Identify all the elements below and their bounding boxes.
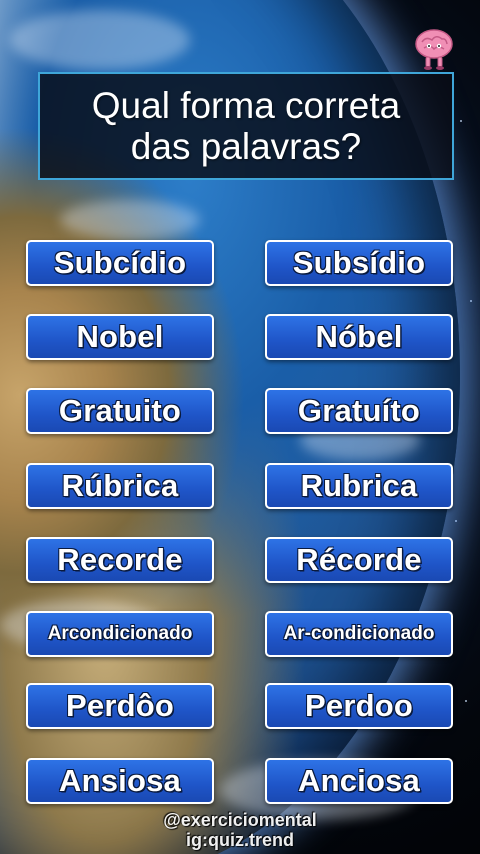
star [465, 700, 467, 702]
option-left-2[interactable]: Nobel [26, 314, 214, 360]
option-left-4[interactable]: Rúbrica [26, 463, 214, 509]
option-left-8[interactable]: Ansiosa [26, 758, 214, 804]
star [455, 520, 457, 522]
watermark-instagram: ig:quiz.trend [186, 830, 294, 850]
cloud [60, 200, 200, 240]
option-left-5[interactable]: Recorde [26, 537, 214, 583]
question-line-1: Qual forma correta [91, 85, 401, 126]
option-right-7[interactable]: Perdoo [265, 683, 453, 729]
brain-icon [415, 29, 453, 70]
option-right-4[interactable]: Rubrica [265, 463, 453, 509]
star [470, 300, 472, 302]
option-right-2[interactable]: Nóbel [265, 314, 453, 360]
question-box: Qual forma correta das palavras? [38, 72, 454, 180]
option-right-5[interactable]: Récorde [265, 537, 453, 583]
star [460, 120, 462, 122]
watermark-handle: @exerciciomental [163, 810, 317, 830]
question-line-2: das palavras? [130, 126, 362, 167]
option-right-3[interactable]: Gratuíto [265, 388, 453, 434]
option-right-6[interactable]: Ar-condicionado [265, 611, 453, 657]
option-right-1[interactable]: Subsídio [265, 240, 453, 286]
option-right-8[interactable]: Anciosa [265, 758, 453, 804]
question-title: Qual forma correta das palavras? [86, 85, 406, 167]
option-left-7[interactable]: Perdôo [26, 683, 214, 729]
option-left-6[interactable]: Arcondicionado [26, 611, 214, 657]
cloud [10, 10, 190, 70]
option-left-3[interactable]: Gratuito [26, 388, 214, 434]
option-left-1[interactable]: Subcídio [26, 240, 214, 286]
